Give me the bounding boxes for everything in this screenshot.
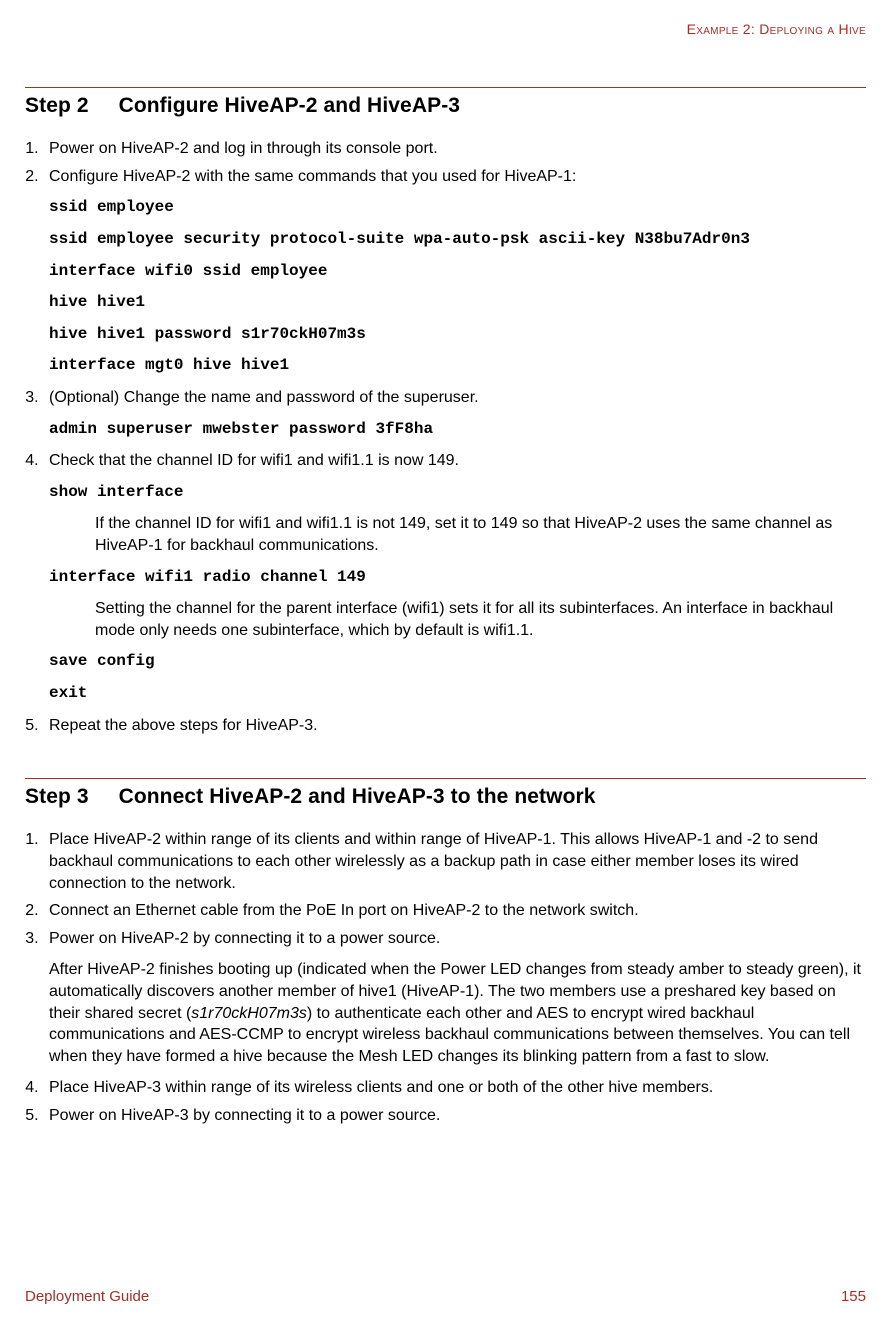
list-item: Check that the channel ID for wifi1 and … bbox=[43, 450, 866, 704]
command-text: save config bbox=[49, 651, 866, 673]
command-text: ssid employee security protocol-suite wp… bbox=[49, 229, 866, 251]
step-title-text: Connect HiveAP-2 and HiveAP-3 to the net… bbox=[119, 785, 596, 808]
list-item: Configure HiveAP-2 with the same command… bbox=[43, 166, 866, 377]
page-footer: Deployment Guide 155 bbox=[25, 1287, 866, 1307]
list-text: Power on HiveAP-3 by connecting it to a … bbox=[49, 1107, 440, 1124]
step2-heading: Step 2 Configure HiveAP-2 and HiveAP-3 bbox=[25, 92, 866, 120]
list-text: Connect an Ethernet cable from the PoE I… bbox=[49, 902, 639, 919]
list-text: Power on HiveAP-2 by connecting it to a … bbox=[49, 930, 440, 947]
list-item: Power on HiveAP-3 by connecting it to a … bbox=[43, 1105, 866, 1127]
step-label: Step 3 bbox=[25, 783, 113, 811]
footer-left: Deployment Guide bbox=[25, 1287, 149, 1307]
page: Example 2: Deploying a Hive Step 2 Confi… bbox=[0, 0, 891, 1331]
command-text: hive hive1 password s1r70ckH07m3s bbox=[49, 324, 866, 346]
command-text: interface wifi1 radio channel 149 bbox=[49, 567, 866, 589]
list-item: Place HiveAP-2 within range of its clien… bbox=[43, 829, 866, 894]
command-text: interface wifi0 ssid employee bbox=[49, 261, 866, 283]
step-label: Step 2 bbox=[25, 92, 113, 120]
section-rule bbox=[25, 778, 866, 779]
list-item: Power on HiveAP-2 by connecting it to a … bbox=[43, 928, 866, 1068]
step-title-text: Configure HiveAP-2 and HiveAP-3 bbox=[119, 94, 461, 117]
list-text: Power on HiveAP-2 and log in through its… bbox=[49, 140, 438, 157]
list-text: (Optional) Change the name and password … bbox=[49, 389, 479, 406]
page-number: 155 bbox=[841, 1287, 866, 1307]
list-text: Place HiveAP-3 within range of its wirel… bbox=[49, 1079, 713, 1096]
paragraph: After HiveAP-2 finishes booting up (indi… bbox=[49, 959, 866, 1067]
command-text: exit bbox=[49, 683, 866, 705]
list-text: Repeat the above steps for HiveAP-3. bbox=[49, 717, 318, 734]
step3-list: Place HiveAP-2 within range of its clien… bbox=[25, 829, 866, 1126]
list-item: Connect an Ethernet cable from the PoE I… bbox=[43, 900, 866, 922]
command-text: ssid employee bbox=[49, 197, 866, 219]
command-text: hive hive1 bbox=[49, 292, 866, 314]
command-text: show interface bbox=[49, 482, 866, 504]
step2-list: Power on HiveAP-2 and log in through its… bbox=[25, 138, 866, 736]
shared-secret: s1r70ckH07m3s bbox=[191, 1005, 307, 1022]
section-rule bbox=[25, 87, 866, 88]
list-item: Repeat the above steps for HiveAP-3. bbox=[43, 715, 866, 737]
note-text: If the channel ID for wifi1 and wifi1.1 … bbox=[95, 513, 866, 556]
command-text: admin superuser mwebster password 3fF8ha bbox=[49, 419, 866, 441]
list-text: Check that the channel ID for wifi1 and … bbox=[49, 452, 459, 469]
command-text: interface mgt0 hive hive1 bbox=[49, 355, 866, 377]
note-text: Setting the channel for the parent inter… bbox=[95, 598, 866, 641]
list-item: Power on HiveAP-2 and log in through its… bbox=[43, 138, 866, 160]
list-item: (Optional) Change the name and password … bbox=[43, 387, 866, 440]
running-head: Example 2: Deploying a Hive bbox=[25, 20, 866, 39]
list-text: Configure HiveAP-2 with the same command… bbox=[49, 168, 576, 185]
step3-heading: Step 3 Connect HiveAP-2 and HiveAP-3 to … bbox=[25, 783, 866, 811]
list-text: Place HiveAP-2 within range of its clien… bbox=[49, 831, 818, 891]
list-item: Place HiveAP-3 within range of its wirel… bbox=[43, 1077, 866, 1099]
